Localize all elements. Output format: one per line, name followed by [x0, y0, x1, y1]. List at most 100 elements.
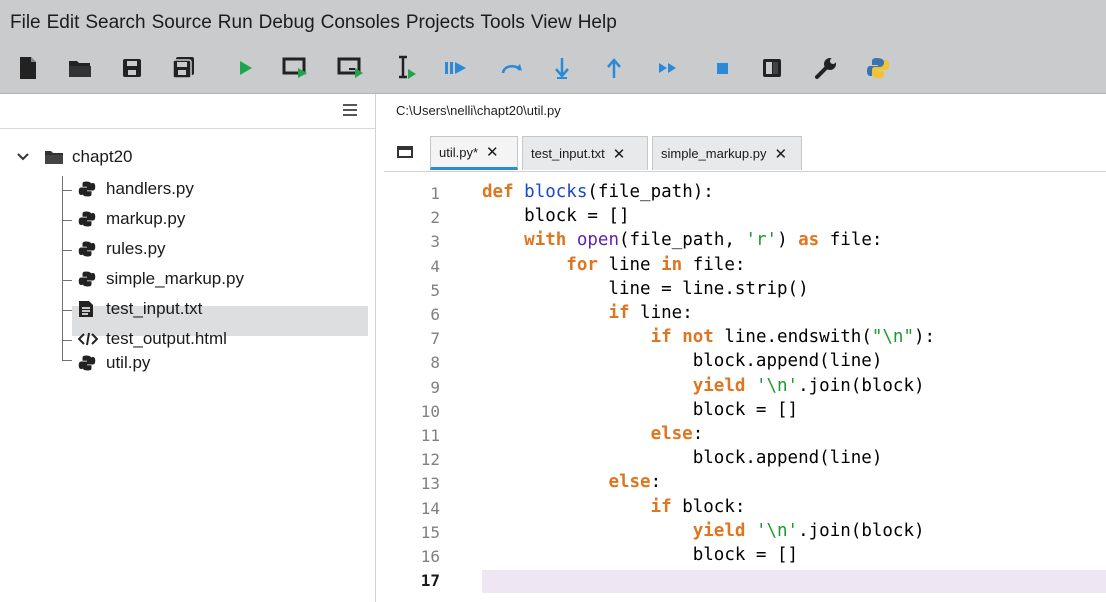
code-line[interactable]: yield '\n'.join(block)	[482, 521, 925, 541]
menu-help[interactable]: Help	[578, 12, 617, 34]
python-file-icon	[78, 181, 96, 197]
browse-tabs-icon[interactable]	[397, 146, 413, 158]
menu-bar: File Edit Search Source Run Debug Consol…	[0, 0, 1106, 46]
menu-tools[interactable]: Tools	[481, 12, 525, 34]
code-line[interactable]: yield '\n'.join(block)	[482, 376, 925, 396]
menu-projects[interactable]: Projects	[406, 12, 475, 34]
folder-icon	[45, 151, 63, 164]
open-folder-icon[interactable]	[64, 52, 96, 84]
maximize-pane-icon[interactable]	[756, 52, 788, 84]
editor-tab-bar: util.py* ✕ test_input.txt ✕ simple_marku…	[384, 126, 1106, 172]
stop-icon[interactable]	[706, 52, 738, 84]
code-line[interactable]: block = []	[482, 206, 629, 226]
close-tab-icon[interactable]: ✕	[613, 145, 626, 163]
line-number: 12	[420, 450, 440, 470]
run-cell-icon[interactable]	[280, 52, 312, 84]
line-number: 13	[420, 474, 440, 494]
menu-edit[interactable]: Edit	[47, 12, 80, 34]
line-number: 16	[420, 547, 440, 566]
python-file-icon	[78, 355, 96, 371]
tree-item-util[interactable]: util.py	[78, 348, 150, 378]
code-editor[interactable]: 1 2 3 4 5 6 7 8 9 10 11 12 13 14 15 16 17 def blocks(fil…	[384, 172, 1106, 602]
code-line[interactable]: block.append(line)	[482, 351, 883, 371]
tab-util[interactable]: util.py* ✕	[430, 136, 518, 170]
explorer-header	[0, 94, 375, 129]
preferences-wrench-icon[interactable]	[810, 52, 842, 84]
tab-label: simple_markup.py	[661, 146, 767, 161]
python-file-icon	[78, 271, 96, 287]
line-number: 6	[430, 305, 440, 324]
tree-root-chapt20[interactable]: chapt20	[16, 142, 133, 172]
code-line[interactable]: with open(file_path, 'r') as file:	[482, 230, 882, 250]
html-file-icon	[78, 332, 98, 346]
file-path: C:\Users\nelli\chapt20\util.py	[396, 102, 561, 118]
current-line-highlight	[482, 570, 1106, 593]
code-line[interactable]: block.append(line)	[482, 448, 883, 468]
save-all-icon[interactable]	[168, 52, 200, 84]
toolbar	[0, 46, 1106, 94]
debug-icon[interactable]	[440, 52, 472, 84]
line-number: 11	[420, 426, 440, 445]
tree-item-rules[interactable]: rules.py	[78, 234, 166, 264]
code-line[interactable]: for line in file:	[482, 255, 745, 275]
menu-debug[interactable]: Debug	[259, 12, 315, 34]
tree-item-handlers[interactable]: handlers.py	[78, 174, 194, 204]
options-menu-icon[interactable]	[343, 104, 357, 116]
run-selection-icon[interactable]	[390, 52, 422, 84]
tree-item-simple-markup[interactable]: simple_markup.py	[78, 264, 244, 294]
run-cell-advance-icon[interactable]	[336, 52, 368, 84]
tree-item-label: simple_markup.py	[106, 269, 244, 288]
code-line[interactable]: line = line.strip()	[482, 279, 808, 299]
tree-item-label: markup.py	[106, 209, 186, 228]
line-number: 1	[430, 184, 440, 203]
tree-item-label: util.py	[106, 353, 151, 372]
tab-test-input[interactable]: test_input.txt ✕	[522, 136, 648, 170]
line-number: 2	[430, 208, 440, 228]
menu-view[interactable]: View	[531, 12, 572, 34]
code-line[interactable]: block = []	[482, 545, 798, 565]
code-line[interactable]: block = []	[482, 400, 798, 420]
code-line[interactable]: def blocks(file_path):	[482, 182, 714, 202]
close-tab-icon[interactable]: ✕	[486, 143, 499, 161]
close-tab-icon[interactable]: ✕	[775, 145, 788, 163]
code-line[interactable]: else:	[482, 472, 661, 492]
step-return-icon[interactable]	[598, 52, 630, 84]
tree-item-label: test_input.txt	[106, 299, 203, 318]
line-number: 10	[420, 401, 440, 421]
menu-consoles[interactable]: Consoles	[321, 12, 400, 34]
line-number: 15	[420, 522, 440, 542]
line-number: 7	[430, 329, 440, 349]
code-line[interactable]: if block:	[482, 497, 746, 517]
tree-item-test-input[interactable]: test_input.txt	[78, 294, 202, 324]
run-icon[interactable]	[230, 52, 262, 84]
chevron-down-icon[interactable]	[16, 152, 30, 162]
line-number: 4	[430, 256, 440, 276]
tree-item-markup[interactable]: markup.py	[78, 204, 185, 234]
line-number: 8	[430, 353, 440, 373]
tab-label: util.py*	[439, 144, 479, 160]
tree-item-label: rules.py	[106, 239, 166, 258]
continue-icon[interactable]	[652, 52, 684, 84]
menu-run[interactable]: Run	[218, 12, 253, 34]
file-path-bar: C:\Users\nelli\chapt20\util.py	[384, 94, 1106, 126]
text-file-icon	[79, 301, 93, 317]
python-path-icon[interactable]	[862, 52, 894, 84]
menu-source[interactable]: Source	[152, 12, 212, 34]
code-line[interactable]: if line:	[482, 303, 692, 323]
project-explorer: chapt20 handlers.py markup.py rules.py s…	[0, 94, 376, 602]
tree-item-label: test_output.html	[106, 329, 227, 348]
python-file-icon	[78, 211, 96, 227]
line-number: 9	[430, 377, 440, 397]
code-line[interactable]: if not line.endswith("\n"):	[482, 327, 936, 347]
save-icon[interactable]	[116, 52, 148, 84]
line-number: 17	[420, 571, 440, 591]
python-file-icon	[78, 241, 96, 257]
step-into-icon[interactable]	[546, 52, 578, 84]
menu-search[interactable]: Search	[85, 12, 145, 34]
menu-file[interactable]: File	[10, 12, 41, 34]
step-over-icon[interactable]	[496, 52, 528, 84]
line-number-gutter: 1 2 3 4 5 6 7 8 9 10 11 12 13 14 15 16 17	[384, 172, 466, 602]
tab-simple-markup[interactable]: simple_markup.py ✕	[652, 136, 802, 170]
code-line[interactable]: else:	[482, 424, 704, 444]
new-file-icon[interactable]	[12, 52, 44, 84]
